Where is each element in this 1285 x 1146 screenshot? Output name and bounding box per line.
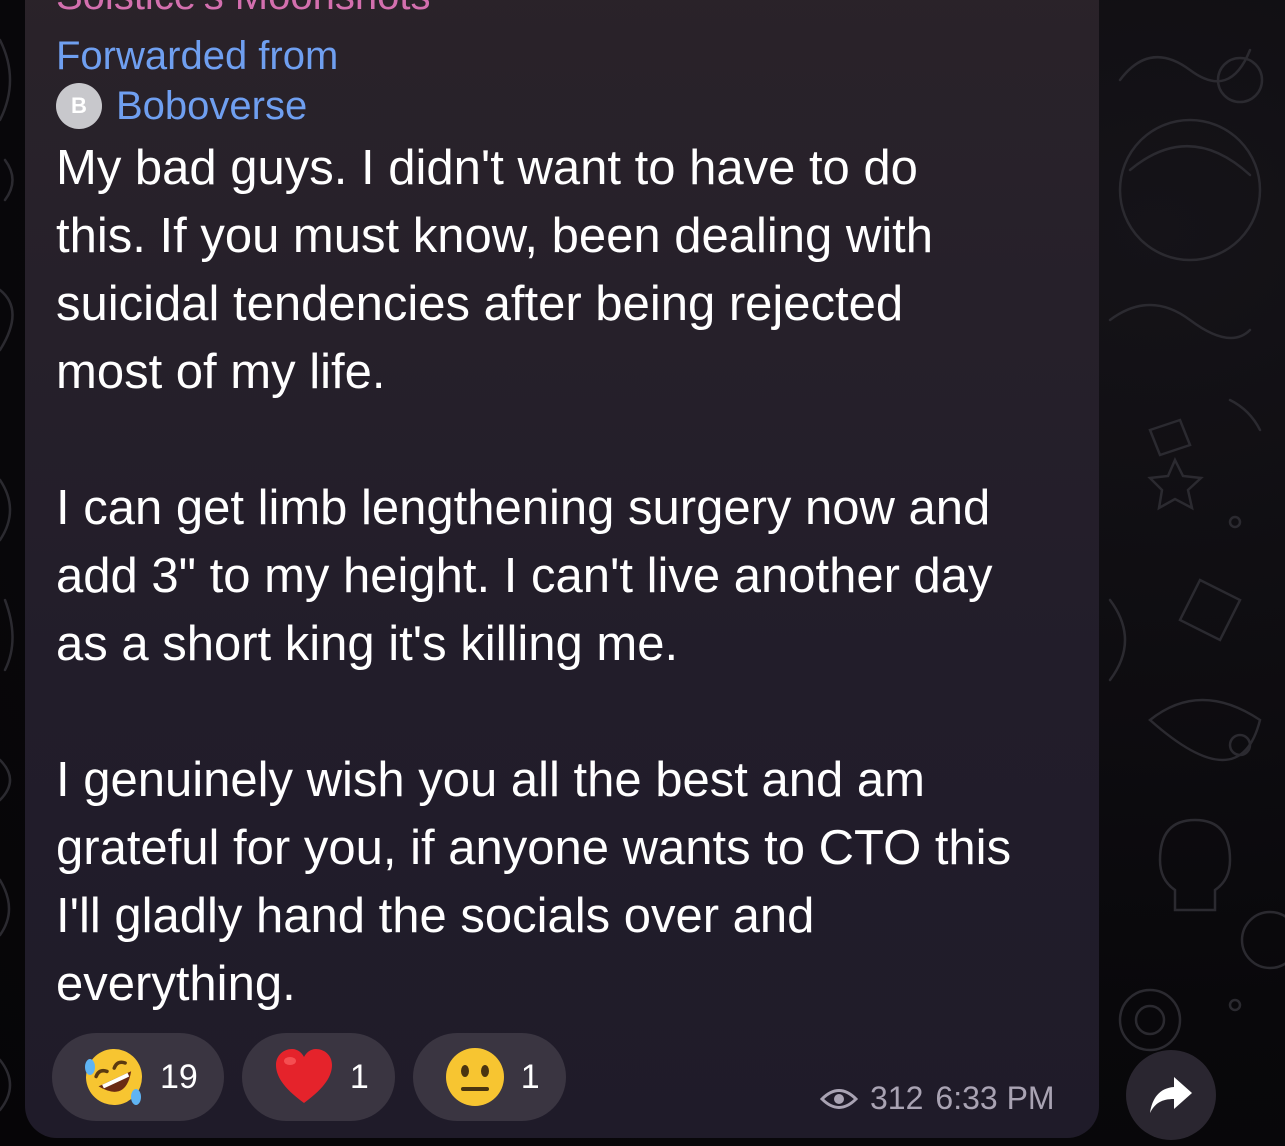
channel-name[interactable]: Solstice's Moonshots [56, 0, 430, 19]
message-time: 6:33 PM [935, 1080, 1055, 1116]
reactions-bar: 19 1 1 [52, 1033, 566, 1121]
eye-icon [820, 1088, 858, 1109]
avatar[interactable]: B [56, 83, 102, 129]
reaction-count: 1 [520, 1057, 540, 1096]
message-paragraph: I genuinely wish you all the best and am… [56, 746, 1076, 1018]
reaction-neutral[interactable]: 1 [412, 1033, 566, 1121]
share-arrow-icon [1150, 1077, 1192, 1113]
reaction-count: 19 [160, 1057, 198, 1096]
reaction-laughing[interactable]: 19 [52, 1033, 224, 1121]
forwarded-source[interactable]: B Boboverse [56, 82, 307, 130]
message-line: this. If you must know, been dealing wit… [56, 209, 934, 263]
message-paragraph: I can get limb lengthening surgery now a… [56, 474, 1076, 678]
message-paragraph: My bad guys. I didn't want to have to do… [56, 134, 1076, 406]
message-line: suicidal tendencies after being rejected [56, 277, 904, 331]
message-line: I can get limb lengthening surgery now a… [56, 481, 991, 535]
forwarded-from-label: Forwarded from [56, 34, 339, 78]
message-line: My bad guys. I didn't want to have to do [56, 141, 918, 195]
message-line: everything. [56, 957, 296, 1011]
reaction-count: 1 [349, 1057, 369, 1096]
view-count: 312 [870, 1080, 924, 1116]
message-meta: 312 6:33 PM [820, 1080, 1055, 1117]
share-button[interactable] [1126, 1050, 1216, 1140]
message-line: I genuinely wish you all the best and am [56, 753, 925, 807]
message-line: grateful for you, if anyone wants to CTO… [56, 821, 1012, 875]
message-line: add 3" to my height. I can't live anothe… [56, 549, 993, 603]
chat-screen: Solstice's Moonshots Forwarded from B Bo… [0, 0, 1285, 1146]
message-line: most of my life. [56, 345, 386, 399]
message-line: as a short king it's killing me. [56, 617, 679, 671]
message-text: My bad guys. I didn't want to have to do… [56, 134, 1076, 1086]
neutral-face-icon [445, 1048, 504, 1106]
rolling-on-floor-laughing-icon [85, 1049, 142, 1105]
message-line: I'll gladly hand the socials over and [56, 889, 815, 943]
forwarded-source-name[interactable]: Boboverse [116, 84, 307, 129]
red-heart-icon [275, 1049, 332, 1103]
reaction-heart[interactable]: 1 [241, 1033, 395, 1121]
